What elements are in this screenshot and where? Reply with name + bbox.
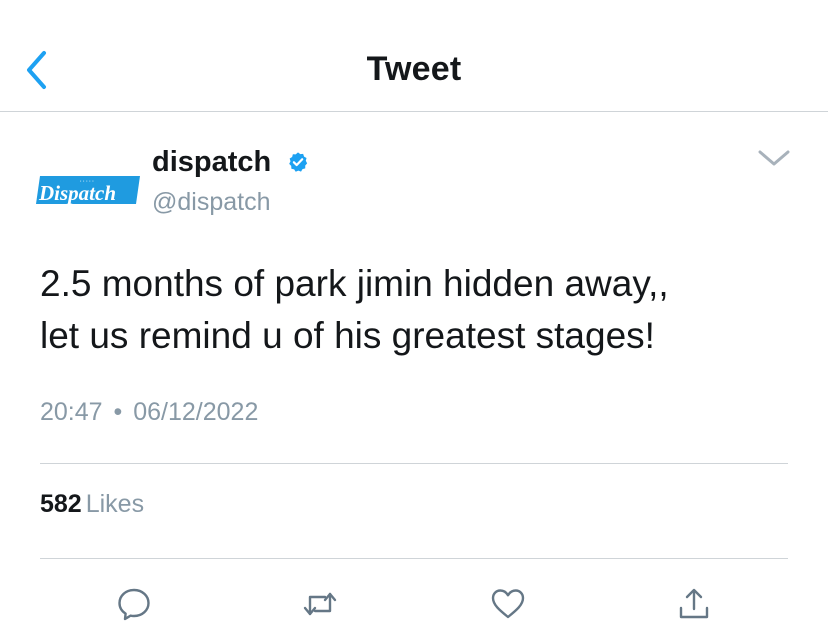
- author-handle[interactable]: @dispatch: [152, 188, 271, 217]
- tweet-date: 06/12/2022: [133, 398, 259, 426]
- avatar[interactable]: · · · · · Dispatch: [36, 168, 140, 208]
- share-icon: [679, 588, 709, 619]
- like-button[interactable]: [488, 584, 528, 624]
- chevron-down-icon: [758, 150, 790, 166]
- tweet-text-line: let us remind u of his greatest stages!: [40, 315, 655, 356]
- likes-label: Likes: [85, 490, 145, 518]
- verified-badge-icon: [289, 152, 308, 172]
- reply-button[interactable]: [114, 584, 154, 624]
- tweet-text: 2.5 months of park jimin hidden away,, l…: [40, 258, 800, 362]
- retweet-icon: [303, 592, 337, 616]
- page-title: Tweet: [366, 50, 462, 88]
- retweet-button[interactable]: [300, 584, 340, 624]
- share-button[interactable]: [674, 584, 714, 624]
- divider: [40, 463, 788, 464]
- likes-stat[interactable]: 582 Likes: [40, 490, 144, 519]
- reply-icon: [118, 588, 150, 621]
- likes-count: 582: [40, 490, 82, 518]
- tweet-time: 20:47: [40, 398, 103, 426]
- top-bar: Tweet: [0, 0, 828, 112]
- svg-text:Dispatch: Dispatch: [38, 181, 116, 205]
- tweet-text-line: 2.5 months of park jimin hidden away,,: [40, 263, 669, 304]
- meta-separator: •: [113, 398, 123, 426]
- author-display-name[interactable]: dispatch: [152, 146, 271, 179]
- dispatch-logo: · · · · · Dispatch: [36, 176, 140, 205]
- tweet-timestamp: 20:47 • 06/12/2022: [40, 398, 258, 427]
- more-options-button[interactable]: [756, 146, 792, 170]
- divider: [40, 558, 788, 559]
- heart-icon: [491, 589, 525, 619]
